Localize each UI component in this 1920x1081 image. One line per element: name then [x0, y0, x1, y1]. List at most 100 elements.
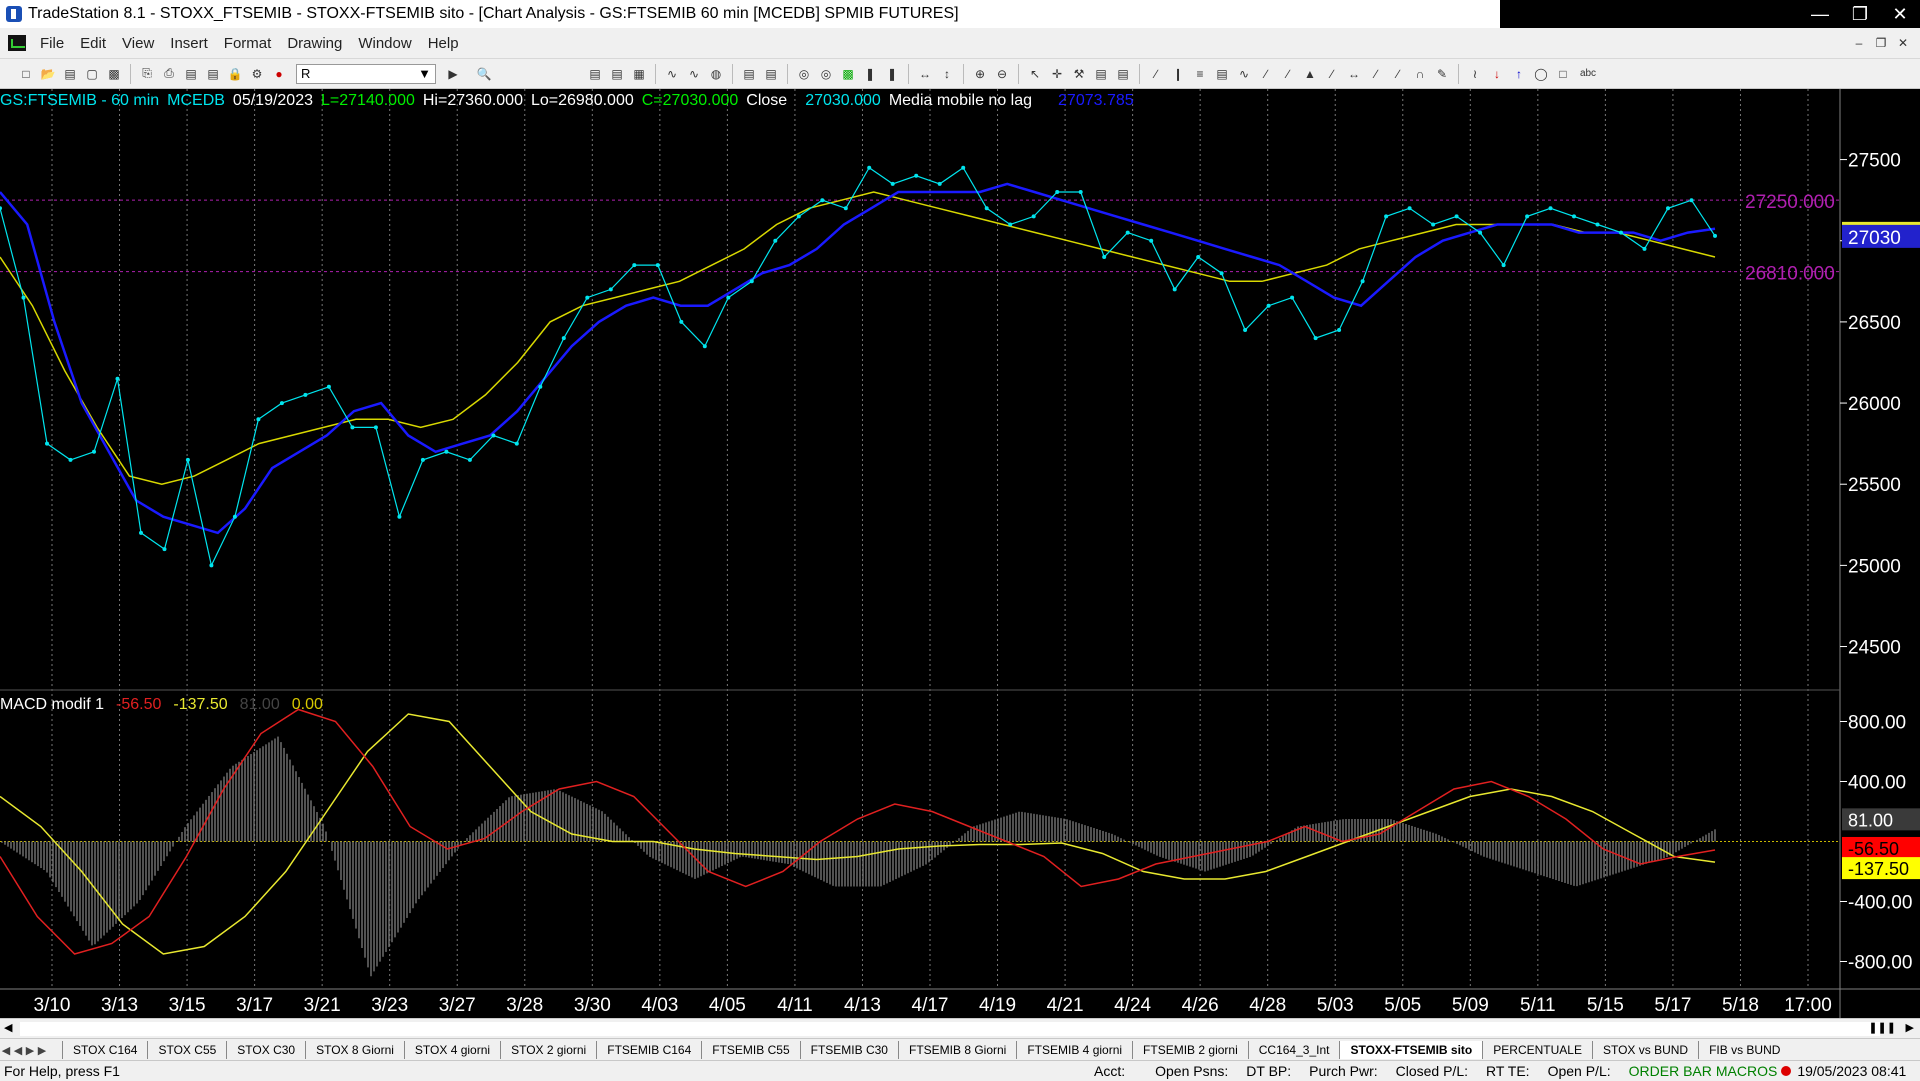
analysis-icon[interactable]: ◍: [706, 64, 726, 84]
save-icon[interactable]: ▩: [104, 64, 124, 84]
sheet-tab[interactable]: CC164_3_Int: [1247, 1041, 1340, 1059]
pointer-icon[interactable]: ↖: [1025, 64, 1045, 84]
ellipse-icon[interactable]: ◯: [1531, 64, 1551, 84]
trendline-icon[interactable]: ∕: [1146, 64, 1166, 84]
candle-icon[interactable]: ❚: [860, 64, 880, 84]
indicator-icon[interactable]: ∿: [662, 64, 682, 84]
sheet-tab[interactable]: PERCENTUALE: [1482, 1041, 1592, 1059]
channel-icon[interactable]: ▤: [1212, 64, 1232, 84]
open-workspace-icon[interactable]: ▤: [60, 64, 80, 84]
regression-icon[interactable]: ∕: [1322, 64, 1342, 84]
mdi-minimize-button[interactable]: –: [1848, 34, 1870, 52]
open-icon[interactable]: 📂: [38, 64, 58, 84]
sheet-tab[interactable]: STOXX-FTSEMIB sito: [1339, 1041, 1483, 1059]
menu-format[interactable]: Format: [216, 35, 280, 52]
menu-insert[interactable]: Insert: [162, 35, 216, 52]
crosshair-icon[interactable]: ✛: [1047, 64, 1067, 84]
radar-icon[interactable]: ◎: [794, 64, 814, 84]
chart-canvas[interactable]: 27250.00026810.000 275002700026500260002…: [0, 89, 1920, 1018]
properties-icon[interactable]: ⚒: [1069, 64, 1089, 84]
sheet-tab[interactable]: STOX C55: [147, 1041, 226, 1059]
find-icon[interactable]: 🔍: [474, 64, 494, 84]
data-window-icon[interactable]: ▦: [629, 64, 649, 84]
sheet-tab[interactable]: FIB vs BUND: [1698, 1041, 1790, 1059]
new-icon[interactable]: □: [16, 64, 36, 84]
play-icon[interactable]: ▶: [443, 64, 463, 84]
format-window-icon[interactable]: ▤: [761, 64, 781, 84]
prev-tab-icon[interactable]: ◀: [12, 1044, 24, 1057]
next-tab-icon[interactable]: ▶: [24, 1044, 36, 1057]
chart-window-icon[interactable]: [8, 35, 26, 51]
zoom-out-icon[interactable]: ⊖: [992, 64, 1012, 84]
chart-icon[interactable]: ▩: [838, 64, 858, 84]
format-icon[interactable]: ▤: [739, 64, 759, 84]
color-icon[interactable]: ●: [269, 64, 289, 84]
menu-window[interactable]: Window: [350, 35, 419, 52]
scanner-icon[interactable]: ◎: [816, 64, 836, 84]
last-tab-icon[interactable]: ▶: [36, 1044, 48, 1057]
maximize-button[interactable]: ❐: [1840, 0, 1880, 28]
scroll-right-icon[interactable]: ▶: [1906, 1021, 1914, 1034]
sheet-tab[interactable]: STOX vs BUND: [1591, 1041, 1698, 1059]
menu-help[interactable]: Help: [420, 35, 467, 52]
chart-settings-icon[interactable]: ▤: [607, 64, 627, 84]
sheet-tab[interactable]: STOX C30: [226, 1041, 305, 1059]
print-preview-icon[interactable]: ⎙: [159, 64, 179, 84]
new-window-icon[interactable]: ▢: [82, 64, 102, 84]
rectangle-icon[interactable]: □: [1553, 64, 1573, 84]
vertical-lines-icon[interactable]: ❙: [1168, 64, 1188, 84]
strategy-icon[interactable]: ∿: [684, 64, 704, 84]
horizontal-scrollbar[interactable]: ◀ ❚❚❚ ▶: [0, 1018, 1920, 1039]
order-bar-button[interactable]: ORDER BAR: [1629, 1063, 1712, 1079]
menu-view[interactable]: View: [114, 35, 162, 52]
chart-area[interactable]: 27250.00026810.000 275002700026500260002…: [0, 89, 1920, 1018]
arrow-down-icon[interactable]: ↓: [1487, 64, 1507, 84]
menu-edit[interactable]: Edit: [72, 35, 114, 52]
scroll-grip-icon[interactable]: ❚❚❚: [1868, 1021, 1896, 1034]
scroll-left-icon[interactable]: ↔: [915, 64, 935, 84]
sheet-tab[interactable]: FTSEMIB C55: [701, 1041, 799, 1059]
gann-icon[interactable]: ∕: [1256, 64, 1276, 84]
lock-icon[interactable]: 🔒: [225, 64, 245, 84]
andrews-pitchfork-icon[interactable]: ▲: [1300, 64, 1320, 84]
sheet-tab[interactable]: STOX 8 Giorni: [305, 1041, 404, 1059]
fibonacci-icon[interactable]: ∿: [1234, 64, 1254, 84]
horizontal-lines-icon[interactable]: ≡: [1190, 64, 1210, 84]
bar-icon[interactable]: ❚: [882, 64, 902, 84]
insert-icon[interactable]: ▤: [1113, 64, 1133, 84]
menu-drawing[interactable]: Drawing: [279, 35, 350, 52]
minimize-button[interactable]: —: [1800, 0, 1840, 28]
arc-icon[interactable]: ∩: [1410, 64, 1430, 84]
speed-lines-icon[interactable]: ∕: [1278, 64, 1298, 84]
arrange-icon[interactable]: ▤: [203, 64, 223, 84]
export-icon[interactable]: ▤: [1091, 64, 1111, 84]
text-icon[interactable]: abc: [1575, 64, 1601, 84]
scroll-left-icon[interactable]: ◀: [4, 1021, 12, 1034]
print-icon[interactable]: ⎘: [137, 64, 157, 84]
chart-style-icon[interactable]: ▤: [585, 64, 605, 84]
curve-icon[interactable]: ≀: [1465, 64, 1485, 84]
mdi-close-button[interactable]: ✕: [1892, 34, 1914, 52]
workspace-icon[interactable]: ▤: [181, 64, 201, 84]
sheet-tab[interactable]: FTSEMIB 2 giorni: [1132, 1041, 1248, 1059]
arrow-both-icon[interactable]: ↔: [1344, 64, 1364, 84]
arrow-up-icon[interactable]: ↑: [1509, 64, 1529, 84]
parallel-lines-icon[interactable]: ∕: [1366, 64, 1386, 84]
tools-icon[interactable]: ⚙: [247, 64, 267, 84]
close-button[interactable]: ✕: [1880, 0, 1920, 28]
first-tab-icon[interactable]: ◀: [0, 1044, 12, 1057]
menu-file[interactable]: File: [32, 35, 72, 52]
time-zones-icon[interactable]: ∕: [1388, 64, 1408, 84]
sheet-tab[interactable]: STOX 2 giorni: [500, 1041, 596, 1059]
symbol-combo[interactable]: R ▼: [296, 63, 436, 84]
sheet-tab[interactable]: FTSEMIB 4 giorni: [1016, 1041, 1132, 1059]
scroll-thumb[interactable]: [20, 1022, 1880, 1036]
mdi-restore-button[interactable]: ❐: [1870, 34, 1892, 52]
sheet-tab[interactable]: STOX 4 giorni: [403, 1041, 500, 1059]
sheet-tab[interactable]: FTSEMIB C164: [596, 1041, 701, 1059]
zoom-in-icon[interactable]: ⊕: [970, 64, 990, 84]
pen-icon[interactable]: ✎: [1432, 64, 1452, 84]
compress-icon[interactable]: ↕: [937, 64, 957, 84]
sheet-tab[interactable]: FTSEMIB C30: [799, 1041, 898, 1059]
sheet-tab[interactable]: STOX C164: [62, 1041, 147, 1059]
